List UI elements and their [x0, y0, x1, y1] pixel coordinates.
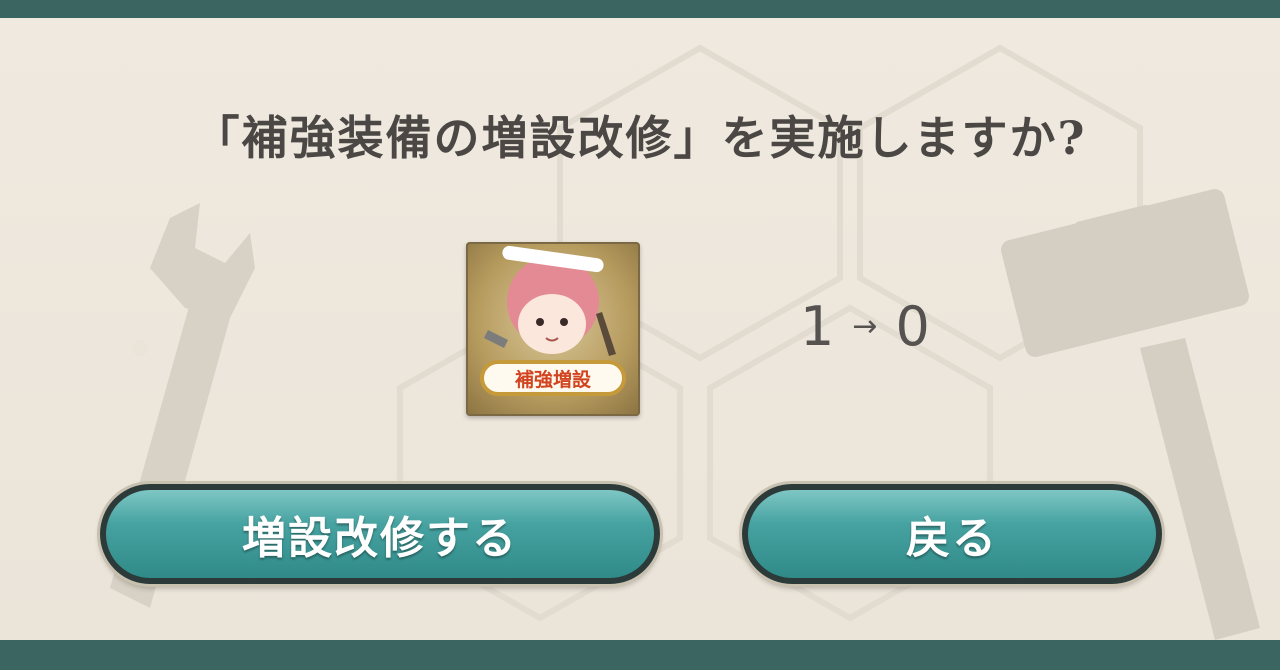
top-frame-bar [0, 0, 1280, 18]
count-change: 1 → 0 [800, 294, 1000, 358]
arrow-right-icon: → [852, 308, 878, 344]
confirm-expansion-button[interactable]: 増設改修する [100, 484, 660, 584]
bottom-frame-bar [0, 640, 1280, 670]
back-button[interactable]: 戻る [742, 484, 1162, 584]
reinforcement-expansion-icon: 補強増設 [466, 242, 640, 416]
item-badge: 補強増設 [480, 360, 626, 396]
count-after: 0 [895, 294, 930, 358]
dialog-title: 「補強装備の増設改修」を実施しますか? [193, 111, 1087, 165]
count-before: 1 [800, 294, 835, 358]
